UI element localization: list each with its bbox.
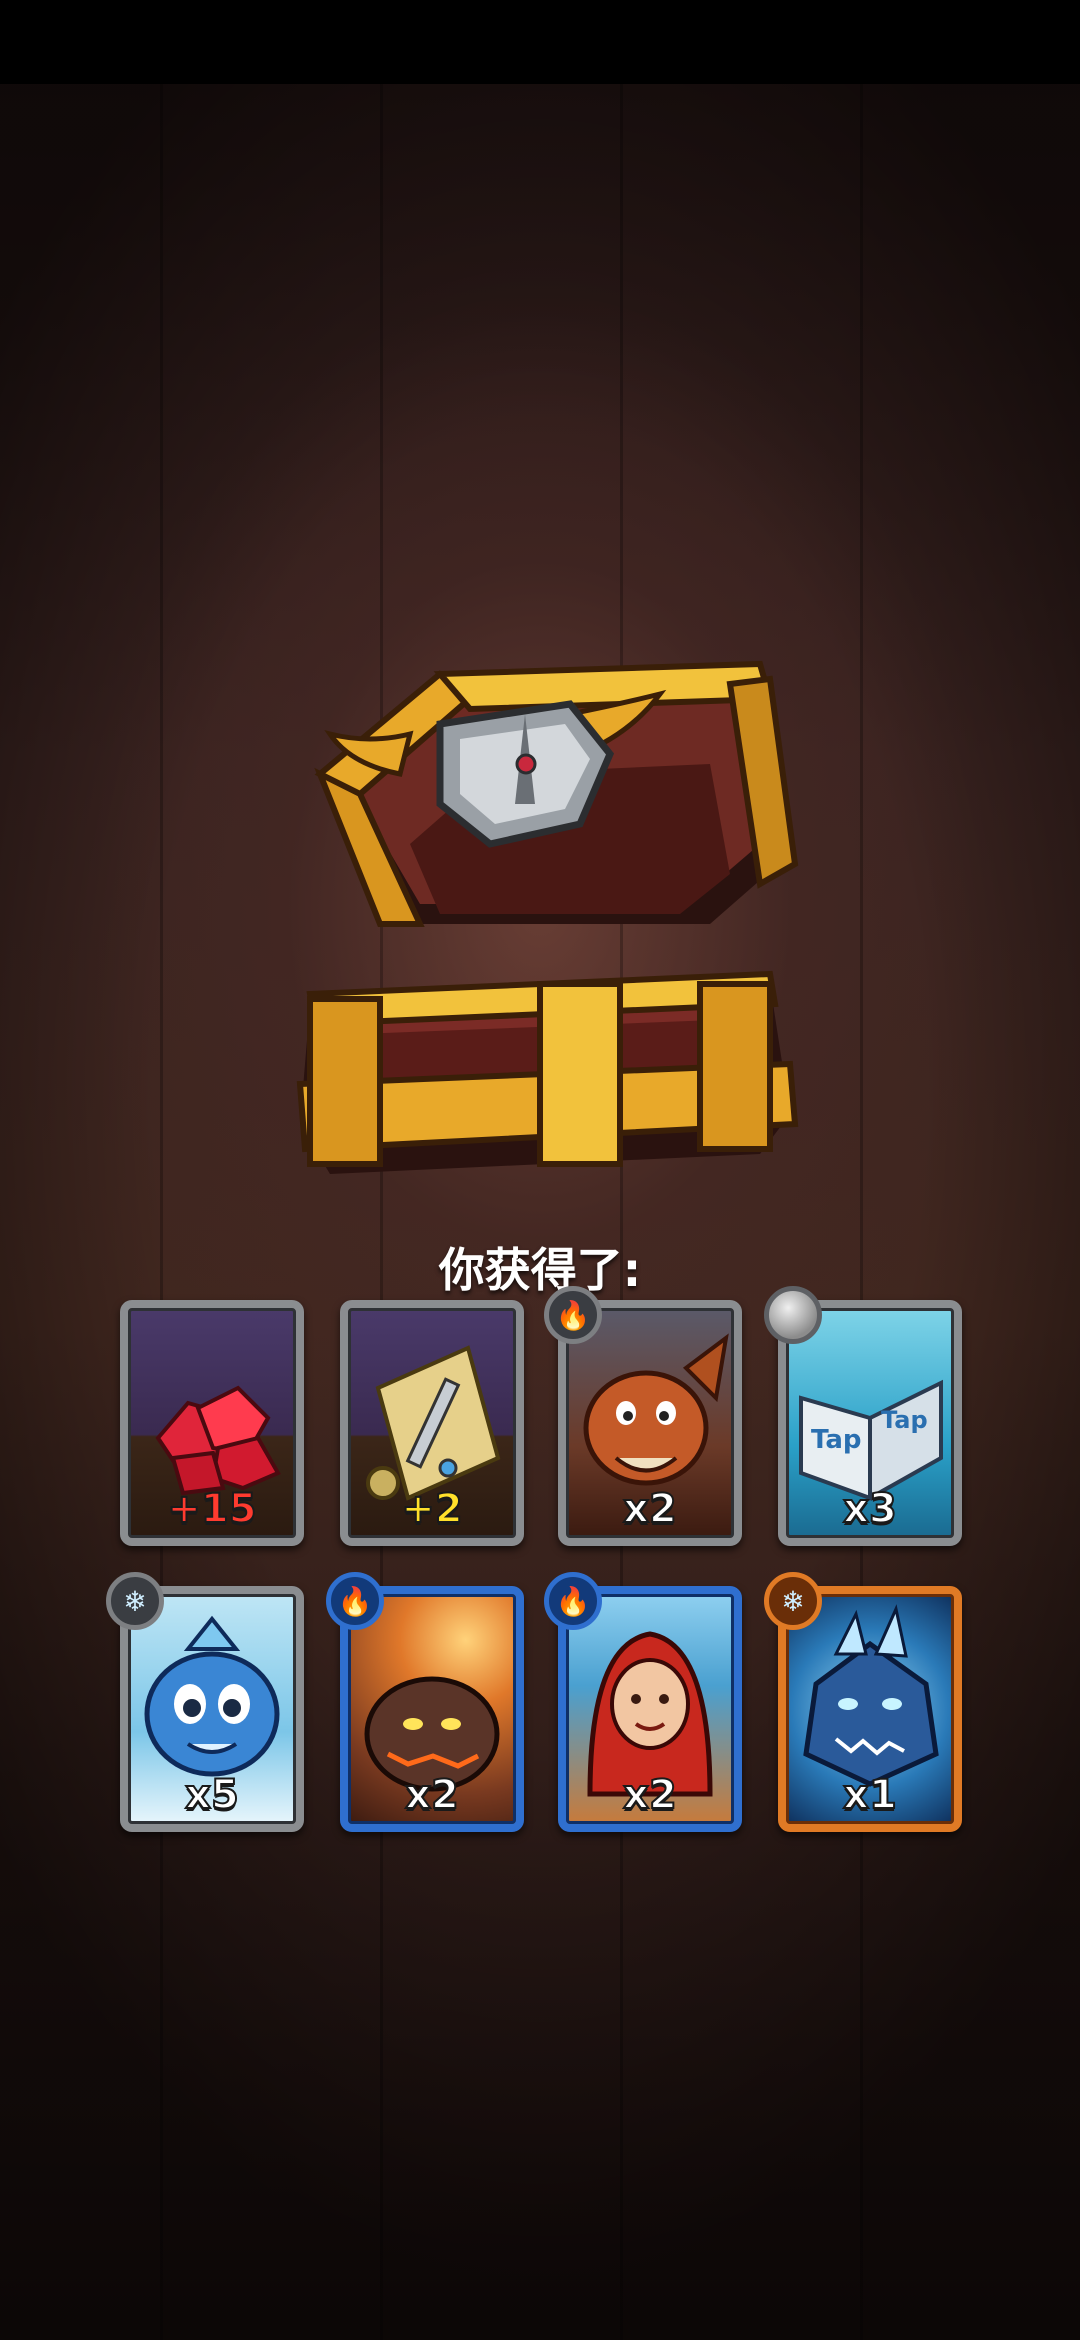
reward-amount: +2 <box>400 1485 463 1533</box>
reward-card-ice-dragon[interactable]: ❄ x1 <box>764 1572 962 1832</box>
snowflake-icon: ❄ <box>764 1572 822 1630</box>
reward-amount: x3 <box>842 1485 898 1533</box>
reward-amount: +15 <box>166 1485 257 1533</box>
reward-amount: x1 <box>842 1771 898 1819</box>
reward-amount: x5 <box>184 1771 240 1819</box>
fire-icon: 🔥 <box>544 1572 602 1630</box>
reward-title: 你获得了: <box>438 1243 642 1297</box>
reward-card-fire-dragon[interactable]: 🔥 x2 <box>544 1286 742 1546</box>
reward-amount: x2 <box>404 1771 460 1819</box>
reward-card-scroll[interactable]: +2 <box>340 1300 524 1546</box>
reward-card-lava-golem[interactable]: 🔥 x2 <box>326 1572 524 1832</box>
snowflake-icon: ❄ <box>106 1572 164 1630</box>
silver-orb-icon <box>764 1286 822 1344</box>
reward-amount: x2 <box>622 1771 678 1819</box>
fire-icon: 🔥 <box>544 1286 602 1344</box>
treasure-chest-icon <box>296 660 799 1174</box>
reward-card-spellbook[interactable]: Tap Tap x3 <box>764 1286 962 1546</box>
fire-icon: 🔥 <box>326 1572 384 1630</box>
reward-amount: x2 <box>622 1485 678 1533</box>
reward-screen[interactable]: 你获得了: +15 +2 🔥 x2 Tap Tap x3 ❄ x5 🔥 x2 🔥… <box>0 84 1080 2340</box>
status-bar <box>0 0 1080 84</box>
reward-card-gems[interactable]: +15 <box>120 1300 304 1546</box>
reward-card-fire-mage[interactable]: 🔥 x2 <box>544 1572 742 1832</box>
reward-card-ice-baby-dragon[interactable]: ❄ x5 <box>106 1572 304 1832</box>
